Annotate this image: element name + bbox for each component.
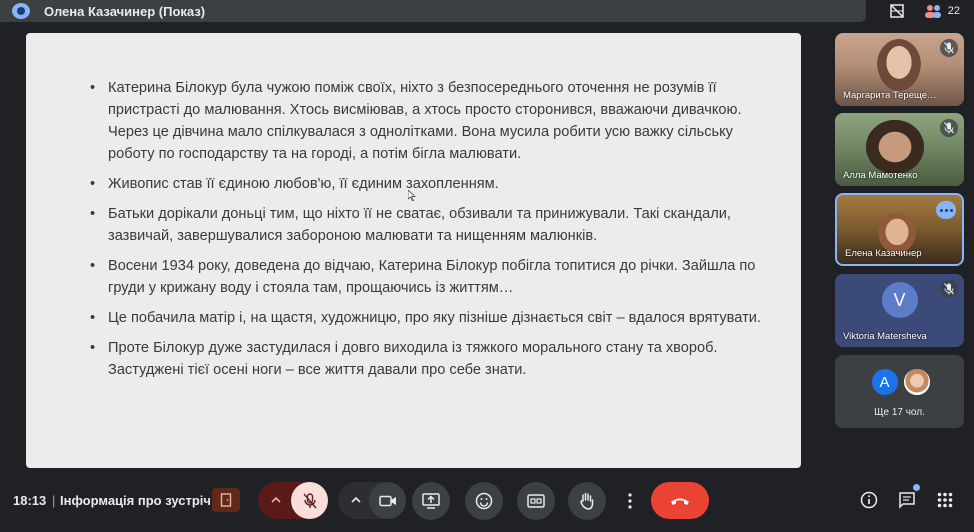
participant-name: Елена Казачинер xyxy=(845,248,922,259)
mic-off-icon xyxy=(302,492,317,508)
more-options-button[interactable] xyxy=(619,482,641,519)
microphone-control xyxy=(258,482,328,519)
presentation-slide: Катерина Білокур була чужою поміж своїх,… xyxy=(26,33,801,468)
captions-button[interactable] xyxy=(517,482,555,520)
mic-options-chevron-up-icon[interactable] xyxy=(268,492,284,508)
layout-off-icon[interactable] xyxy=(886,2,908,20)
slide-bullet: Живопис став її єдиною любов'ю, її єдини… xyxy=(90,173,770,195)
hang-up-icon xyxy=(671,498,689,505)
slide-bullet: Проте Білокур дуже застудилася і довго в… xyxy=(90,337,770,381)
chat-button[interactable] xyxy=(895,484,920,512)
mic-off-icon xyxy=(940,39,958,57)
slide-bullet: Це побачила матір і, на щастя, художницю… xyxy=(90,307,770,329)
participant-tile-active[interactable]: Елена Казачинер xyxy=(835,193,964,266)
avatar xyxy=(901,367,932,397)
separator: | xyxy=(52,493,56,508)
reactions-button[interactable] xyxy=(465,482,503,520)
meeting-info-label: Інформація про зустріч xyxy=(60,493,211,508)
top-right-controls: 22 xyxy=(886,0,960,22)
mouse-cursor-icon xyxy=(408,190,416,201)
participant-count: 22 xyxy=(947,5,960,17)
participants-button[interactable]: 22 xyxy=(924,3,960,19)
participant-name: Viktoria Matersheva xyxy=(843,331,927,342)
slide-bullet-list: Катерина Білокур була чужою поміж своїх,… xyxy=(90,77,770,389)
meeting-details-button[interactable] xyxy=(857,488,881,512)
mic-off-icon xyxy=(940,119,958,137)
closed-captions-icon xyxy=(527,494,545,508)
avatar: A xyxy=(869,367,900,397)
raise-hand-button[interactable] xyxy=(568,482,606,520)
present-screen-icon xyxy=(422,493,440,509)
participant-tile[interactable]: Маргарита Тереще… xyxy=(835,33,964,106)
mic-off-icon xyxy=(940,280,958,298)
speaking-indicator-icon xyxy=(936,201,956,219)
emoji-icon xyxy=(475,492,493,510)
more-participants-label: Ще 17 чол. xyxy=(874,407,925,418)
more-vertical-icon xyxy=(628,492,632,509)
info-icon xyxy=(860,491,878,509)
people-icon xyxy=(924,3,942,19)
presenter-avatar xyxy=(12,3,30,19)
camera-button[interactable] xyxy=(369,482,406,519)
more-participants-tile[interactable]: A Ще 17 чол. xyxy=(835,355,964,428)
participant-name: Алла Мамотенко xyxy=(843,170,918,181)
participant-video xyxy=(865,119,925,175)
chat-notification-dot xyxy=(913,484,920,491)
more-participants-avatars: A xyxy=(869,367,932,397)
participant-tile[interactable]: Алла Мамотенко xyxy=(835,113,964,186)
presenter-bar: Олена Казачинер (Показ) xyxy=(0,0,866,22)
clock: 18:13 xyxy=(13,493,47,508)
bottom-toolbar: 18:13 | Інформація про зустріч xyxy=(0,476,974,532)
slide-bullet: Батьки дорікали доньці тим, що ніхто її … xyxy=(90,203,770,247)
presenter-title: Олена Казачинер (Показ) xyxy=(44,3,206,19)
mute-microphone-button[interactable] xyxy=(291,482,328,519)
camera-control xyxy=(338,482,406,519)
slide-bullet: Восени 1934 року, доведена до відчаю, Ка… xyxy=(90,255,770,299)
apps-grid-icon xyxy=(937,492,953,508)
participant-tile[interactable]: V Viktoria Matersheva xyxy=(835,274,964,347)
end-call-button[interactable] xyxy=(651,482,709,519)
camera-options-chevron-up-icon[interactable] xyxy=(348,492,364,508)
participant-video xyxy=(877,39,921,91)
raise-hand-icon xyxy=(580,492,594,510)
door-icon[interactable] xyxy=(212,488,240,512)
slide-bullet: Катерина Білокур була чужою поміж своїх,… xyxy=(90,77,770,165)
activities-button[interactable] xyxy=(933,488,957,512)
avatar: V xyxy=(881,282,918,318)
chat-icon xyxy=(899,492,915,509)
video-camera-icon xyxy=(378,495,396,506)
participant-name: Маргарита Тереще… xyxy=(843,90,937,101)
present-screen-button[interactable] xyxy=(412,482,450,520)
